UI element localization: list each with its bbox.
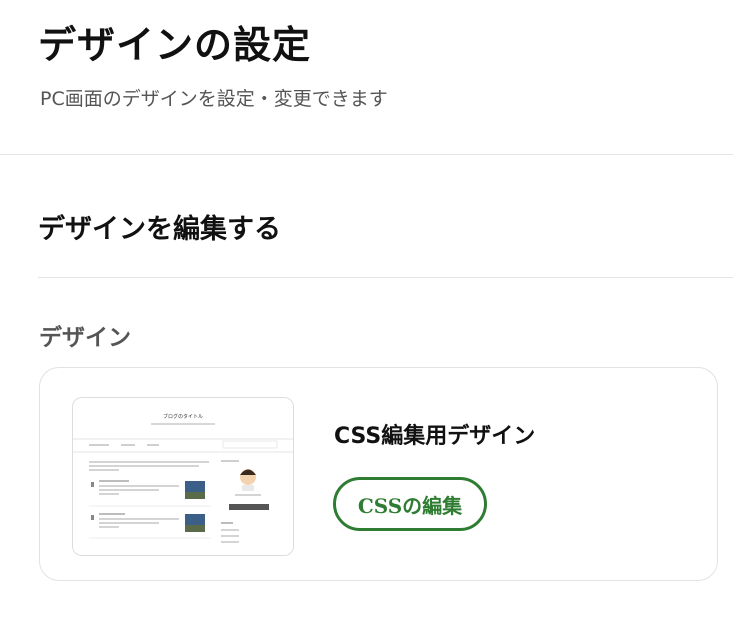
section-divider <box>38 277 733 278</box>
thumbnail-preview-image: ブログのタイトル <box>73 398 293 555</box>
page-title: デザインの設定 <box>38 23 312 67</box>
edit-css-button[interactable]: CSSの編集 <box>333 477 487 531</box>
page-description: PC画面のデザインを設定・変更できます <box>40 88 388 110</box>
design-card: ブログのタイトル CSS編集用デザイン CSSの編集 <box>39 367 718 581</box>
section-title: デザインを編集する <box>38 214 281 245</box>
theme-name: CSS編集用デザイン <box>334 424 536 449</box>
header-divider <box>0 154 733 155</box>
design-thumbnail[interactable]: ブログのタイトル <box>72 397 294 556</box>
design-subtitle: デザイン <box>39 325 131 351</box>
thumbnail-blog-title: ブログのタイトル <box>163 413 203 420</box>
